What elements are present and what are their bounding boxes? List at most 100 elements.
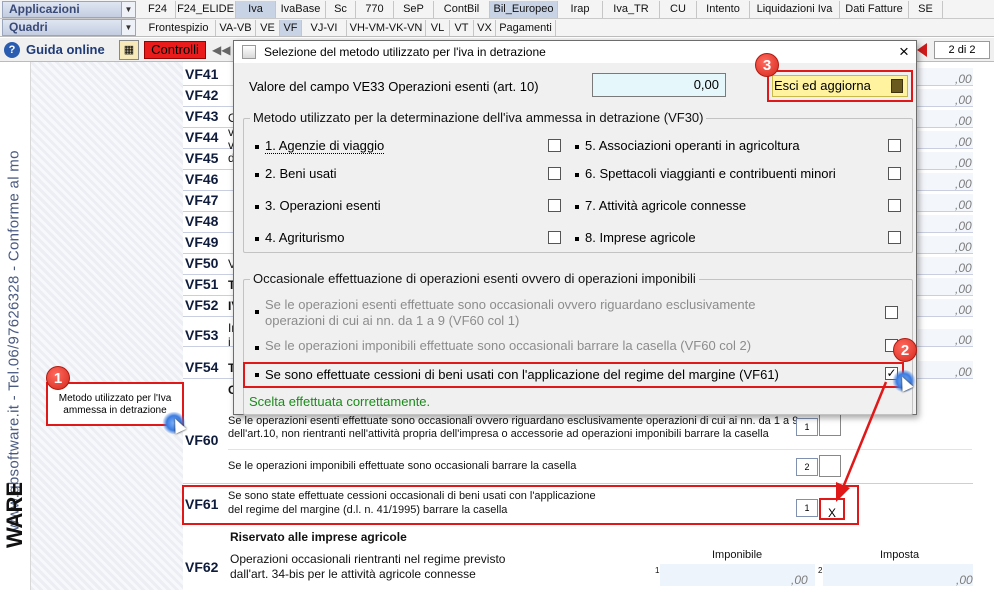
occ2-label: Se le operazioni imponibili effettuate s… <box>265 338 752 353</box>
tab-dati-fatture[interactable]: Dati Fatture <box>840 1 909 18</box>
tab-contbil[interactable]: ContBil <box>434 1 490 18</box>
help-icon[interactable]: ? <box>4 42 20 58</box>
row-value: ,00 <box>955 135 972 149</box>
occ1-checkbox[interactable] <box>885 306 898 319</box>
metodo-checkbox-3[interactable] <box>548 199 561 212</box>
tab-sc[interactable]: Sc <box>326 1 356 18</box>
nav-first-icon[interactable]: ◀◀ <box>212 43 230 57</box>
row-code-vf49: VF49 <box>185 234 219 250</box>
chevron-down-icon[interactable]: ▼ <box>121 2 135 17</box>
metodo-option-1: 1. Agenzie di viaggio <box>265 138 385 154</box>
metodo-option-5: 5. Associazioni operanti in agricoltura <box>585 138 800 153</box>
vf62-imposta-value: ,00 <box>956 573 973 587</box>
ve33-label: Valore del campo VE33 Operazioni esenti … <box>249 79 539 94</box>
metodo-checkbox-7[interactable] <box>888 199 901 212</box>
tab-vf[interactable]: VF <box>280 20 302 36</box>
tab-vh-vm-vk-vn[interactable]: VH-VM-VK-VN <box>347 20 426 36</box>
row-value: ,00 <box>955 219 972 233</box>
metodo-checkbox-8[interactable] <box>888 231 901 244</box>
bullet-icon <box>575 237 579 241</box>
bullet-icon <box>255 145 259 149</box>
calculator-icon[interactable]: ▦ <box>119 40 139 60</box>
tab-va-vb[interactable]: VA-VB <box>216 20 256 36</box>
tab-vx[interactable]: VX <box>474 20 496 36</box>
row-value: ,00 <box>955 156 972 170</box>
tab-liquidazioni-iva[interactable]: Liquidazioni Iva <box>750 1 840 18</box>
tab-se[interactable]: SE <box>909 1 943 18</box>
row-code-vf60: VF60 <box>185 432 219 448</box>
metodo-option-6: 6. Spettacoli viaggianti e contribuenti … <box>585 166 836 181</box>
tab-sep[interactable]: SeP <box>394 1 434 18</box>
bullet-icon <box>255 310 259 314</box>
row-code-vf48: VF48 <box>185 213 219 229</box>
col-header-imposta: Imposta <box>880 549 920 561</box>
row-value: ,00 <box>955 365 972 379</box>
ve33-field[interactable]: 0,00 <box>592 73 726 97</box>
metodo-checkbox-4[interactable] <box>548 231 561 244</box>
tab-f24-elide[interactable]: F24_ELIDE <box>176 1 236 18</box>
bullet-icon <box>255 373 259 377</box>
quadri-dropdown[interactable]: Quadri ▼ <box>2 19 136 36</box>
bullet-icon <box>255 173 259 177</box>
tab-ivabase[interactable]: IvaBase <box>276 1 326 18</box>
applicazioni-dropdown[interactable]: Applicazioni ▼ <box>2 1 136 18</box>
metodo-option-4: 4. Agriturismo <box>265 230 345 245</box>
metodo-checkbox-1[interactable] <box>548 139 561 152</box>
controlli-button[interactable]: Controlli <box>144 41 206 59</box>
tab-cu[interactable]: CU <box>660 1 697 18</box>
tab-frontespizio[interactable]: Frontespizio <box>142 20 216 36</box>
row-value: ,00 <box>955 303 972 317</box>
occ1-label: Se le operazioni esenti effettuate sono … <box>265 297 755 329</box>
vf60-text-line3: Se le operazioni imponibili effettuate s… <box>228 460 577 472</box>
occ1-line2: operazioni di cui ai nn. da 1 a 9 (VF60 … <box>265 313 520 328</box>
metodo-checkbox-6[interactable] <box>888 167 901 180</box>
metodo-checkbox-5[interactable] <box>888 139 901 152</box>
tab-irap[interactable]: Irap <box>558 1 603 18</box>
tab-vj-vi[interactable]: VJ-VI <box>302 20 347 36</box>
page-indicator: 2 di 2 <box>934 41 990 59</box>
group-occasionale-label: Occasionale effettuazione di operazioni … <box>250 271 699 286</box>
guida-online-link[interactable]: Guida online <box>26 42 105 57</box>
row-code-vf46: VF46 <box>185 171 219 187</box>
vf61-text-line1: Se sono state effettuate cessioni occasi… <box>228 490 596 502</box>
esci-aggiorna-button[interactable]: Esci ed aggiorna <box>772 75 908 97</box>
tab-iva-tr[interactable]: Iva_TR <box>603 1 660 18</box>
dialog-metodo-iva: Selezione del metodo utilizzato per l'iv… <box>233 40 917 415</box>
tab-f24[interactable]: F24 <box>140 1 176 18</box>
bullet-icon <box>255 346 259 350</box>
row-code-vf41: VF41 <box>185 66 219 82</box>
row-value: ,00 <box>955 72 972 86</box>
vf60-col2-label: 2 <box>796 458 818 476</box>
tab-770[interactable]: 770 <box>356 1 394 18</box>
row-code-vf45: VF45 <box>185 150 219 166</box>
form-margin <box>30 62 183 590</box>
tab-bil-europeo[interactable]: Bil_Europeo <box>490 1 558 18</box>
row-value: ,00 <box>955 333 972 347</box>
side-strip: www.gbsoftware.it - Tel.06/97626328 - Co… <box>0 62 30 590</box>
row-code-vf61: VF61 <box>185 496 219 512</box>
tab-pagamenti[interactable]: Pagamenti <box>496 20 556 36</box>
bullet-icon <box>575 173 579 177</box>
group-metodo-label: Metodo utilizzato per la determinazione … <box>250 110 707 125</box>
tab-vl[interactable]: VL <box>426 20 450 36</box>
vf60-text-line1: Se le operazioni esenti effettuate sono … <box>228 415 799 427</box>
row-code-vf43: VF43 <box>185 108 219 124</box>
chevron-down-icon[interactable]: ▼ <box>121 20 135 35</box>
vf62-text-line2: dall'art. 34-bis per le attività agricol… <box>230 567 476 581</box>
close-icon[interactable]: × <box>894 41 914 63</box>
tab-iva[interactable]: Iva <box>236 1 276 18</box>
vf61-text-line2: del regime del margine (d.l. n. 41/1995)… <box>228 504 508 516</box>
tooltip-text: Metodo utilizzato per l'Iva ammessa in d… <box>58 393 172 416</box>
row-code-vf44: VF44 <box>185 129 219 145</box>
metodo-checkbox-2[interactable] <box>548 167 561 180</box>
tab-ve[interactable]: VE <box>256 20 280 36</box>
row-code-vf42: VF42 <box>185 87 219 103</box>
metodo-option-7: 7. Attività agricole connesse <box>585 198 747 213</box>
step-badge-2: 2 <box>893 338 917 362</box>
bullet-icon <box>255 205 259 209</box>
tab-vt[interactable]: VT <box>450 20 474 36</box>
nav-prev-icon[interactable] <box>917 43 927 57</box>
vf62-imponibile-value: ,00 <box>791 573 808 587</box>
vf62-imposta-field[interactable] <box>823 564 973 586</box>
tab-intento[interactable]: Intento <box>697 1 750 18</box>
